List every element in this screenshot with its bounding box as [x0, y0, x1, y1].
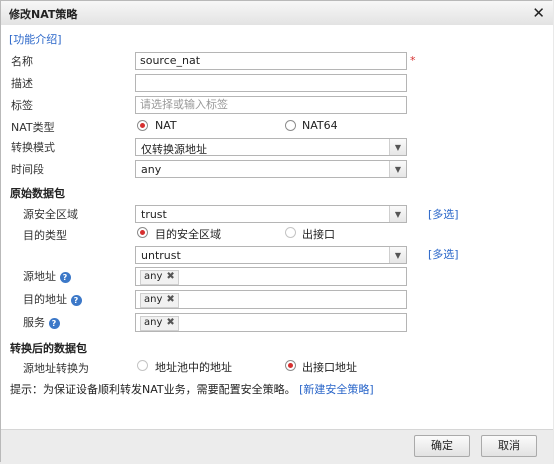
new-security-policy-link[interactable]: [新建安全策略]: [299, 383, 374, 396]
name-label: 名称: [11, 55, 33, 68]
ok-button[interactable]: 确定: [414, 435, 470, 457]
name-value: source_nat: [140, 54, 201, 67]
dialog-title: 修改NAT策略: [9, 8, 78, 21]
service-label: 服务: [23, 316, 45, 329]
nat-type-nat64-radio[interactable]: [285, 120, 296, 131]
nat-type-label: NAT类型: [11, 121, 55, 134]
source-zone-label: 源安全区域: [23, 208, 78, 221]
dest-zone-select[interactable]: untrust ▼: [135, 246, 407, 264]
translation-mode-value: 仅转换源地址: [141, 143, 207, 156]
close-icon[interactable]: ✕: [532, 4, 545, 22]
original-packet-heading: 原始数据包: [10, 187, 65, 200]
nat-type-nat64-label: NAT64: [302, 119, 338, 132]
dest-address-tag-value: any: [144, 294, 163, 305]
dialog-footer: 确定 取消: [1, 429, 553, 464]
translated-packet-heading: 转换后的数据包: [10, 342, 87, 355]
dest-type-interface-label: 出接口: [302, 228, 335, 241]
dest-zone-multiselect-link[interactable]: [多选]: [428, 246, 459, 262]
dest-zone-value: untrust: [141, 249, 181, 262]
dialog-body: [功能介绍] 名称 source_nat * 描述 标签 请选择或输入标签 NA…: [1, 25, 553, 429]
remove-tag-icon[interactable]: ✖: [166, 271, 174, 282]
description-input[interactable]: [135, 74, 407, 92]
help-icon[interactable]: ?: [48, 317, 60, 329]
source-translate-pool-radio[interactable]: [137, 360, 148, 371]
translation-mode-label: 转换模式: [11, 141, 55, 154]
dest-type-label: 目的类型: [23, 229, 67, 242]
source-address-tag-value: any: [144, 271, 163, 282]
chevron-down-icon[interactable]: ▼: [389, 161, 406, 177]
dest-type-zone-label: 目的安全区域: [155, 228, 221, 241]
source-address-label-row: 源地址 ?: [23, 268, 71, 284]
service-label-row: 服务 ?: [23, 314, 60, 330]
source-zone-multiselect-link[interactable]: [多选]: [428, 206, 459, 222]
help-link[interactable]: [功能介绍]: [9, 31, 62, 47]
dest-type-interface-radio[interactable]: [285, 227, 296, 238]
nat-policy-dialog: 修改NAT策略 ✕ [功能介绍] 名称 source_nat * 描述 标签 请…: [0, 0, 553, 464]
tags-placeholder: 请选择或输入标签: [140, 98, 228, 111]
dest-address-input[interactable]: any ✖: [135, 290, 407, 309]
source-zone-value: trust: [141, 208, 167, 221]
chevron-down-icon[interactable]: ▼: [389, 139, 406, 155]
cancel-button[interactable]: 取消: [481, 435, 537, 457]
source-address-label: 源地址: [23, 270, 56, 283]
time-range-label: 时间段: [11, 163, 44, 176]
source-translate-label: 源地址转换为: [23, 362, 89, 375]
dialog-titlebar: 修改NAT策略 ✕: [1, 1, 553, 26]
dest-address-label-row: 目的地址 ?: [23, 291, 82, 307]
tags-input[interactable]: 请选择或输入标签: [135, 96, 407, 114]
remove-tag-icon[interactable]: ✖: [166, 294, 174, 305]
description-label: 描述: [11, 77, 33, 90]
dest-address-label: 目的地址: [23, 293, 67, 306]
time-range-value: any: [141, 163, 162, 176]
source-translate-interface-radio[interactable]: [285, 360, 296, 371]
help-icon[interactable]: ?: [59, 271, 71, 283]
source-translate-interface-label: 出接口地址: [302, 361, 357, 374]
source-zone-select[interactable]: trust ▼: [135, 205, 407, 223]
source-translate-pool-label: 地址池中的地址: [155, 361, 232, 374]
name-input[interactable]: source_nat: [135, 52, 407, 70]
hint-text: 提示：为保证设备顺利转发NAT业务，需要配置安全策略。: [10, 383, 296, 396]
service-tag: any ✖: [140, 316, 179, 331]
dest-address-tag: any ✖: [140, 293, 179, 308]
required-marker: *: [410, 54, 416, 67]
nat-type-nat-label: NAT: [155, 119, 177, 132]
nat-type-nat-radio[interactable]: [137, 120, 148, 131]
chevron-down-icon[interactable]: ▼: [389, 206, 406, 222]
service-tag-value: any: [144, 317, 163, 328]
tags-label: 标签: [11, 99, 33, 112]
remove-tag-icon[interactable]: ✖: [166, 317, 174, 328]
service-input[interactable]: any ✖: [135, 313, 407, 332]
hint-row: 提示：为保证设备顺利转发NAT业务，需要配置安全策略。 [新建安全策略]: [10, 381, 374, 397]
chevron-down-icon[interactable]: ▼: [389, 247, 406, 263]
source-address-tag: any ✖: [140, 270, 179, 285]
time-range-select[interactable]: any ▼: [135, 160, 407, 178]
translation-mode-select[interactable]: 仅转换源地址 ▼: [135, 138, 407, 156]
dest-type-zone-radio[interactable]: [137, 227, 148, 238]
source-address-input[interactable]: any ✖: [135, 267, 407, 286]
help-icon[interactable]: ?: [70, 294, 82, 306]
